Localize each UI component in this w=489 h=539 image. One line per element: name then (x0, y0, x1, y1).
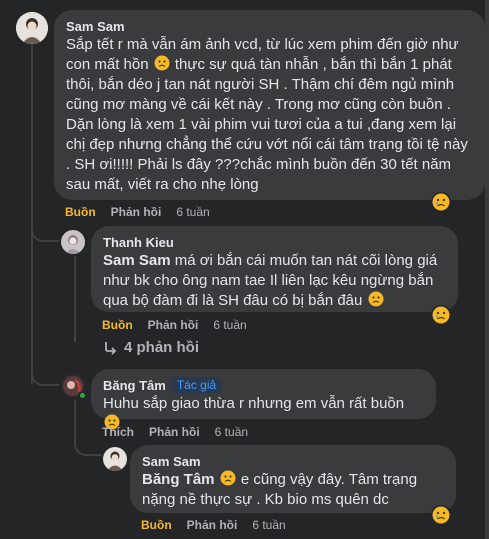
reaction-button[interactable]: Buồn (102, 318, 133, 332)
comment-actions: Buồn Phản hồi 6 tuần (141, 517, 286, 533)
timestamp[interactable]: 6 tuần (215, 425, 248, 439)
reaction-sad-icon[interactable] (431, 192, 451, 212)
timestamp[interactable]: 6 tuần (213, 318, 246, 332)
reply-button[interactable]: Phản hồi (149, 425, 200, 439)
avatar[interactable] (103, 447, 127, 471)
thread-line-sub (74, 256, 76, 342)
comment-actions: Buồn Phản hồi 6 tuần (65, 204, 210, 220)
reply-button[interactable]: Phản hồi (148, 318, 199, 332)
reaction-sad-icon[interactable] (431, 305, 451, 325)
view-more-replies[interactable]: 4 phản hồi (104, 339, 199, 356)
comment-text: Sam Sam má ơi bắn cái muốn tan nát cõi l… (103, 252, 438, 309)
reaction-button[interactable]: Buồn (65, 205, 96, 219)
comment-actions: Buồn Phản hồi 6 tuần (102, 317, 247, 333)
online-status-icon (78, 391, 87, 400)
avatar-image (16, 12, 48, 44)
avatar[interactable] (16, 12, 48, 44)
comment-text: Sắp tết r mà vẫn ám ảnh vcd, từ lúc xem … (66, 36, 468, 193)
avatar[interactable] (61, 230, 85, 254)
comment-author: Băng Tâm Tác giả (103, 377, 424, 394)
timestamp[interactable]: 6 tuần (252, 518, 285, 532)
reply-button[interactable]: Phản hồi (187, 518, 238, 532)
comment-text: Băng Tâm e cũng vậy đây. Tâm trạng nặng … (142, 470, 418, 508)
timestamp[interactable]: 6 tuần (176, 205, 209, 219)
mention-link[interactable]: Băng Tâm (142, 471, 215, 488)
thread-curve-3 (74, 426, 102, 456)
sad-face-icon (154, 55, 170, 71)
reaction-button[interactable]: Buồn (141, 518, 172, 532)
comment-bubble: Sam Sam Băng Tâm e cũng vậy đây. Tâm trạ… (130, 445, 456, 513)
avatar-image (61, 230, 85, 254)
reply-arrow-icon (104, 341, 118, 355)
sad-face-icon (220, 470, 236, 486)
comment-bubble: Thanh Kieu Sam Sam má ơi bắn cái muốn ta… (91, 226, 458, 312)
comment-author[interactable]: Thanh Kieu (103, 234, 446, 251)
reaction-sad-icon[interactable] (431, 505, 451, 525)
comment-author[interactable]: Sam Sam (142, 453, 444, 470)
comment-bubble: Băng Tâm Tác giả Huhu sắp giao thừa r như… (91, 369, 436, 430)
thread-line-main (31, 44, 33, 384)
author-name[interactable]: Băng Tâm (103, 378, 166, 393)
mention-link[interactable]: Sam Sam (103, 252, 171, 269)
more-replies-label: 4 phản hồi (124, 339, 199, 356)
like-button[interactable]: Thích (102, 425, 134, 439)
reply-button[interactable]: Phản hồi (111, 205, 162, 219)
comment-bubble: Sam Sam Sắp tết r mà vẫn ám ảnh vcd, từ … (54, 10, 485, 200)
comment-actions: Thích Phản hồi 6 tuần (102, 424, 248, 440)
avatar-image (103, 447, 127, 471)
thread-curve-1 (31, 222, 59, 242)
comment-author[interactable]: Sam Sam (66, 18, 473, 35)
scrollbar[interactable] (485, 0, 489, 539)
author-badge: Tác giả (171, 377, 222, 393)
thread-curve-2 (31, 366, 59, 386)
sad-face-icon (368, 291, 384, 307)
